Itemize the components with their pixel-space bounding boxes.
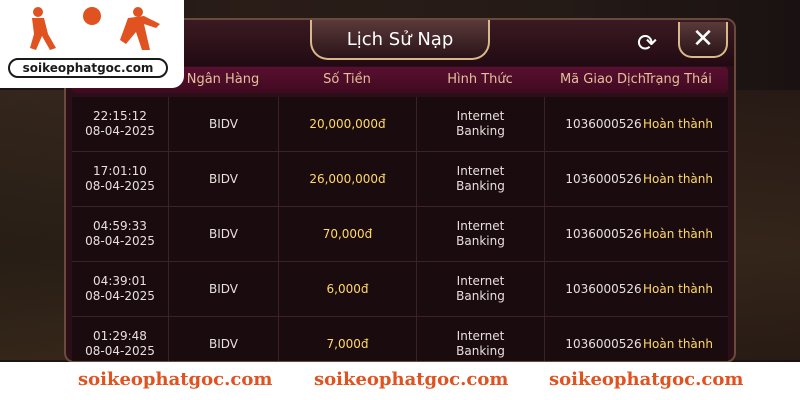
- method-line-1: Internet: [456, 164, 505, 178]
- datetime-cell: 04:59:33 08-04-2025: [72, 207, 168, 261]
- transaction-list[interactable]: 22:15:12 08-04-2025 BIDV 20,000,000đ Int…: [72, 97, 728, 361]
- bank-cell: BIDV: [168, 97, 278, 151]
- method-line-1: Internet: [456, 109, 505, 123]
- method-line-1: Internet: [456, 219, 505, 233]
- datetime-cell: 22:15:12 08-04-2025: [72, 97, 168, 151]
- table-row: 04:39:01 08-04-2025 BIDV 6,000đ Internet…: [72, 262, 728, 317]
- watermark-footer: soikeophatgoc.com soikeophatgoc.com soik…: [0, 362, 800, 400]
- refresh-icon: ⟳: [636, 29, 658, 57]
- date-text: 08-04-2025: [85, 234, 155, 248]
- close-icon: ✕: [692, 24, 714, 54]
- background-art-left: [0, 90, 70, 360]
- status-cell: Hoàn thành: [628, 207, 728, 261]
- time-text: 17:01:10: [93, 164, 147, 178]
- bank-text: BIDV: [208, 226, 238, 241]
- background-art-right: [730, 90, 800, 360]
- method-line-2: Banking: [456, 179, 505, 193]
- column-header-amount: Số Tiền: [323, 72, 371, 87]
- column-header-bank: Ngân Hàng: [186, 72, 260, 87]
- table-row: 22:15:12 08-04-2025 BIDV 20,000,000đ Int…: [72, 97, 728, 152]
- status-text: Hoàn thành: [642, 171, 713, 186]
- bank-text: BIDV: [208, 281, 238, 296]
- football-players-icon: [30, 7, 160, 50]
- method-line-1: Internet: [456, 274, 505, 288]
- datetime-cell: 17:01:10 08-04-2025: [72, 152, 168, 206]
- amount-text: 26,000,000đ: [309, 171, 386, 186]
- amount-text: 6,000đ: [326, 281, 369, 296]
- status-text: Hoàn thành: [642, 336, 713, 351]
- status-cell: Hoàn thành: [628, 317, 728, 361]
- time-text: 22:15:12: [93, 109, 147, 123]
- amount-text: 70,000đ: [322, 226, 373, 241]
- footer-watermark-text: soikeophatgoc.com: [78, 369, 273, 390]
- date-text: 08-04-2025: [85, 289, 155, 303]
- footer-watermark-text: soikeophatgoc.com: [549, 369, 744, 390]
- amount-cell: 6,000đ: [278, 262, 416, 316]
- method-line-1: Internet: [456, 329, 505, 343]
- method-line-2: Banking: [456, 289, 505, 303]
- method-cell: Internet Banking: [416, 152, 544, 206]
- bank-text: BIDV: [208, 171, 238, 186]
- close-button[interactable]: ✕: [678, 22, 728, 58]
- time-text: 01:29:48: [93, 329, 147, 343]
- date-text: 08-04-2025: [85, 179, 155, 193]
- amount-cell: 26,000,000đ: [278, 152, 416, 206]
- watermark-logo-text: soikeophatgoc.com: [8, 58, 168, 78]
- status-cell: Hoàn thành: [628, 97, 728, 151]
- column-header-method: Hình Thức: [447, 72, 513, 87]
- status-cell: Hoàn thành: [628, 262, 728, 316]
- method-cell: Internet Banking: [416, 97, 544, 151]
- method-cell: Internet Banking: [416, 317, 544, 361]
- bank-text: BIDV: [208, 116, 238, 131]
- amount-cell: 20,000,000đ: [278, 97, 416, 151]
- method-cell: Internet Banking: [416, 262, 544, 316]
- time-text: 04:59:33: [93, 219, 147, 233]
- status-cell: Hoàn thành: [628, 152, 728, 206]
- status-text: Hoàn thành: [642, 226, 713, 241]
- date-text: 08-04-2025: [85, 124, 155, 138]
- bank-text: BIDV: [208, 336, 238, 351]
- bank-cell: BIDV: [168, 317, 278, 361]
- bank-cell: BIDV: [168, 207, 278, 261]
- watermark-logo: soikeophatgoc.com: [0, 0, 184, 88]
- amount-cell: 7,000đ: [278, 317, 416, 361]
- method-line-2: Banking: [456, 124, 505, 138]
- bank-cell: BIDV: [168, 152, 278, 206]
- amount-text: 7,000đ: [326, 336, 369, 351]
- method-line-2: Banking: [456, 234, 505, 248]
- column-header-status: Trạng Thái: [644, 72, 712, 87]
- dialog-title: Lịch Sử Nạp: [346, 28, 454, 50]
- footer-watermark-text: soikeophatgoc.com: [314, 369, 509, 390]
- table-row: 17:01:10 08-04-2025 BIDV 26,000,000đ Int…: [72, 152, 728, 207]
- table-row: 04:59:33 08-04-2025 BIDV 70,000đ Interne…: [72, 207, 728, 262]
- method-cell: Internet Banking: [416, 207, 544, 261]
- amount-text: 20,000,000đ: [309, 116, 386, 131]
- amount-cell: 70,000đ: [278, 207, 416, 261]
- status-text: Hoàn thành: [642, 281, 713, 296]
- time-text: 04:39:01: [93, 274, 147, 288]
- status-text: Hoàn thành: [642, 116, 713, 131]
- refresh-button[interactable]: ⟳: [632, 28, 662, 58]
- title-plate: Lịch Sử Nạp: [310, 20, 490, 60]
- datetime-cell: 04:39:01 08-04-2025: [72, 262, 168, 316]
- table-row: 01:29:48 08-04-2025 BIDV 7,000đ Internet…: [72, 317, 728, 361]
- datetime-cell: 01:29:48 08-04-2025: [72, 317, 168, 361]
- method-line-2: Banking: [456, 344, 505, 358]
- bank-cell: BIDV: [168, 262, 278, 316]
- date-text: 08-04-2025: [85, 344, 155, 358]
